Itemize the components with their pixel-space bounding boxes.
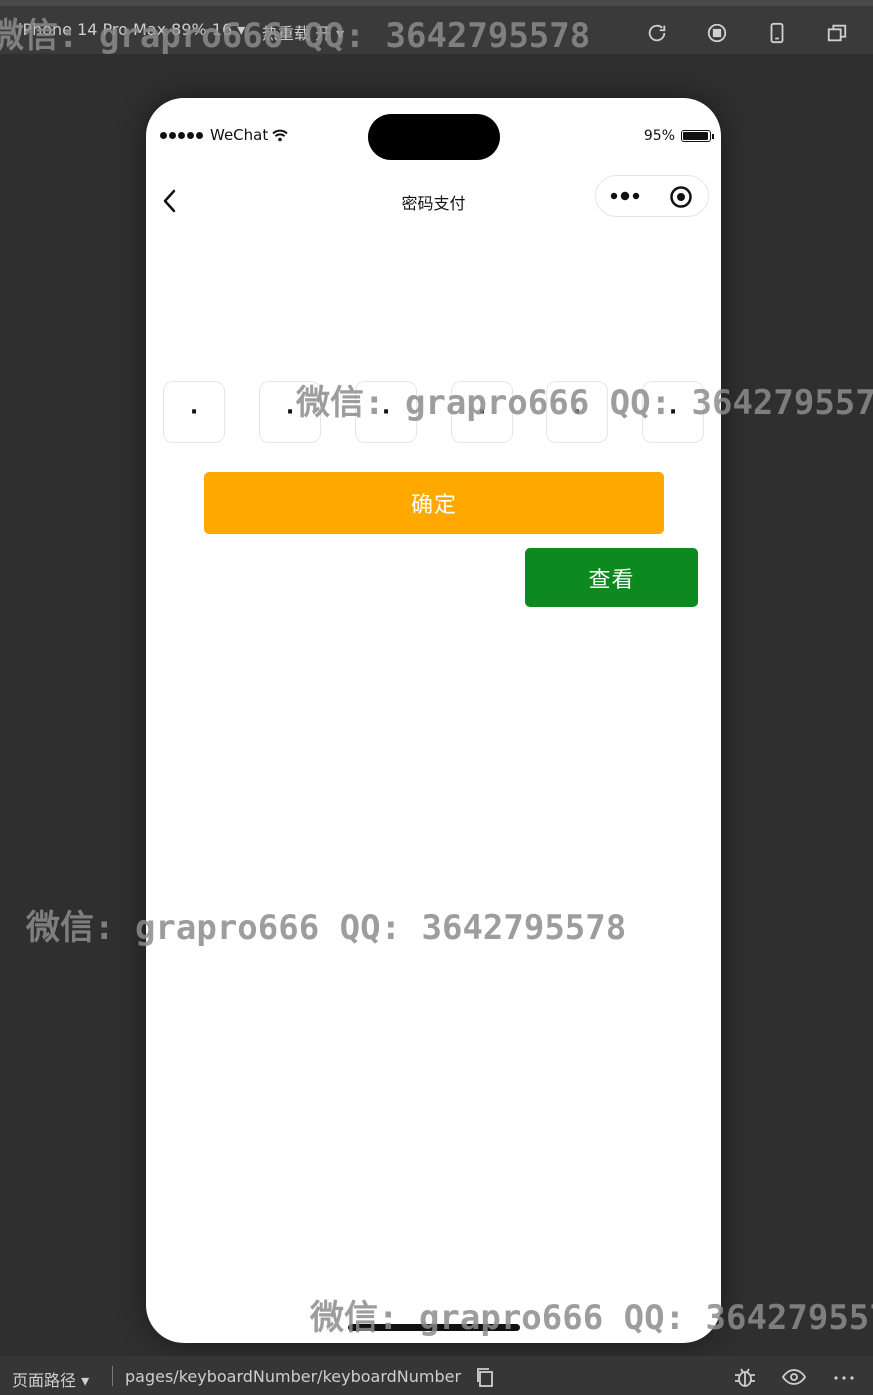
window-icon[interactable] — [826, 22, 848, 44]
battery-icon — [681, 130, 714, 142]
home-indicator — [348, 1324, 520, 1331]
device-selector[interactable]: iPhone 14 Pro Max 89% 16 ▾ — [18, 20, 245, 39]
close-target-icon[interactable] — [669, 185, 693, 209]
pin-digit: · — [189, 399, 199, 425]
stop-icon[interactable] — [706, 22, 728, 44]
bug-icon[interactable] — [733, 1366, 757, 1388]
battery-status: 95% — [643, 128, 714, 144]
pin-box[interactable]: · — [355, 381, 417, 443]
more-icon[interactable] — [610, 189, 642, 203]
pin-input-row: · · · · · · — [163, 381, 704, 443]
phone-icon[interactable] — [766, 22, 788, 44]
view-button[interactable]: 查看 — [525, 548, 698, 607]
pin-digit: · — [668, 399, 678, 425]
refresh-icon[interactable] — [646, 22, 668, 44]
battery-fill — [683, 132, 708, 140]
mini-program-capsule — [595, 175, 709, 217]
wifi-icon — [272, 129, 288, 141]
confirm-button[interactable]: 确定 — [204, 472, 664, 534]
more-options-icon[interactable] — [832, 1366, 856, 1388]
carrier-name: WeChat — [210, 126, 269, 144]
pin-box[interactable]: · — [259, 381, 321, 443]
signal-icon — [160, 131, 203, 139]
eye-icon[interactable] — [782, 1366, 806, 1388]
divider — [112, 1366, 113, 1386]
pin-digit: · — [381, 399, 391, 425]
page-path-value: pages/keyboardNumber/keyboardNumber — [125, 1367, 462, 1386]
dynamic-island — [368, 114, 500, 160]
pin-box[interactable]: · — [163, 381, 225, 443]
devtools-bottom-bar: 页面路径 ▾ pages/keyboardNumber/keyboardNumb… — [0, 1356, 873, 1395]
pin-digit: · — [285, 399, 295, 425]
pin-digit: · — [572, 399, 582, 425]
pin-box[interactable]: · — [642, 381, 704, 443]
copy-icon[interactable] — [475, 1366, 495, 1388]
hot-reload-toggle[interactable]: 热重载 开 ▾ — [262, 20, 344, 44]
pin-box[interactable]: · — [451, 381, 513, 443]
pin-digit: · — [477, 399, 487, 425]
devtools-toolbar: iPhone 14 Pro Max 89% 16 ▾ 热重载 开 ▾ — [0, 0, 873, 54]
battery-percent: 95% — [643, 128, 675, 144]
pin-box[interactable]: · — [546, 381, 608, 443]
status-carrier: WeChat — [160, 126, 288, 144]
phone-screen: WeChat 95% 密码支付 · · · · · · 确定 查看 — [146, 98, 721, 1343]
page-path-dropdown[interactable]: 页面路径 ▾ — [12, 1367, 89, 1391]
